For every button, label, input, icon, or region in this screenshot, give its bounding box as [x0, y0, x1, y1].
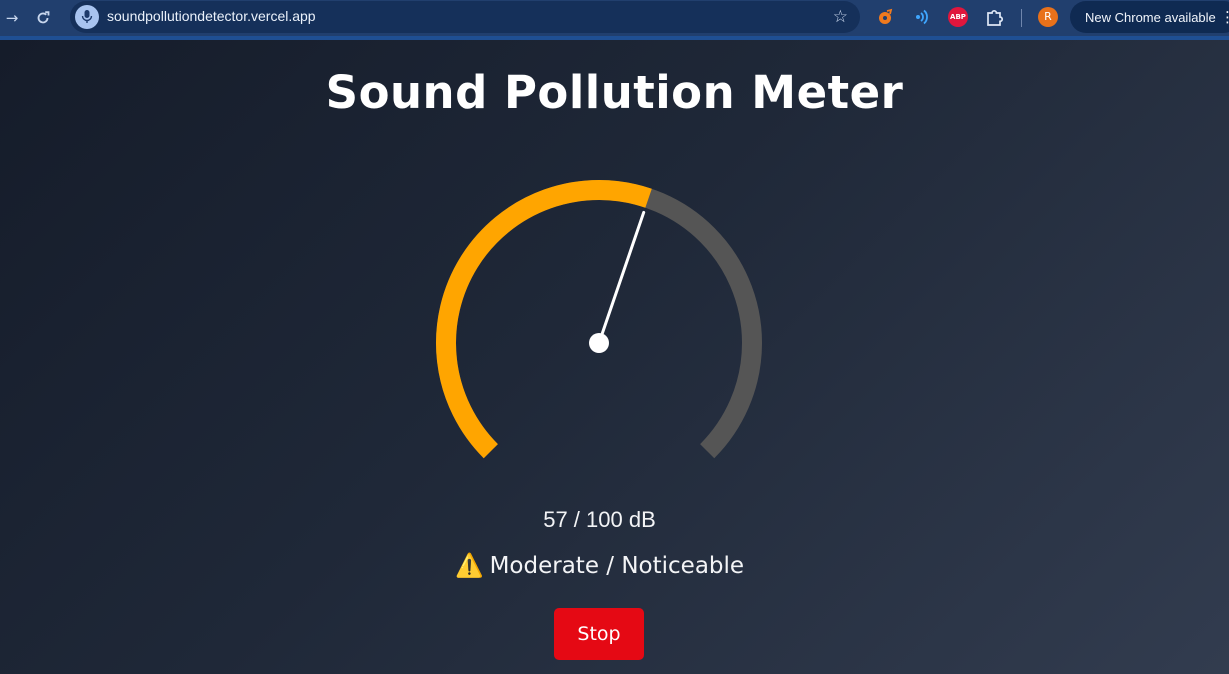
extension-icon[interactable]	[876, 7, 896, 27]
profile-avatar[interactable]: R	[1038, 7, 1058, 27]
warning-icon: ⚠️	[454, 553, 484, 579]
adblock-icon[interactable]: ABP	[948, 7, 968, 27]
url-text[interactable]: soundpollutiondetector.vercel.app	[107, 8, 316, 24]
gauge-needle	[597, 210, 646, 345]
puzzle-icon[interactable]	[985, 7, 1005, 27]
browser-toolbar: → soundpollutiondetector.vercel.app ☆ AB…	[0, 0, 1229, 40]
gauge-hub	[589, 333, 609, 353]
radio-icon[interactable]	[912, 7, 932, 27]
forward-icon[interactable]: →	[0, 6, 24, 30]
star-icon[interactable]: ☆	[833, 6, 848, 28]
noise-status-label: Moderate / Noticeable	[489, 553, 745, 579]
update-label: New Chrome available	[1085, 10, 1216, 25]
chrome-update-button[interactable]: New Chrome available	[1070, 1, 1229, 33]
mic-icon[interactable]	[75, 5, 99, 29]
reload-icon[interactable]	[31, 6, 55, 30]
menu-icon[interactable]: ⋮	[1220, 8, 1229, 26]
db-reading: 57 / 100 dB	[543, 507, 656, 532]
app-page: Sound Pollution Meter 57 / 100 dB ⚠️ Mode…	[0, 40, 1229, 674]
gauge-fill	[436, 180, 652, 459]
address-bar[interactable]: soundpollutiondetector.vercel.app ☆	[70, 1, 860, 33]
noise-status: ⚠️ Moderate / Noticeable	[0, 552, 1199, 579]
stop-button[interactable]: Stop	[554, 608, 644, 660]
page-title: Sound Pollution Meter	[325, 66, 904, 119]
toolbar-divider	[1021, 9, 1022, 27]
sound-gauge	[436, 180, 762, 459]
